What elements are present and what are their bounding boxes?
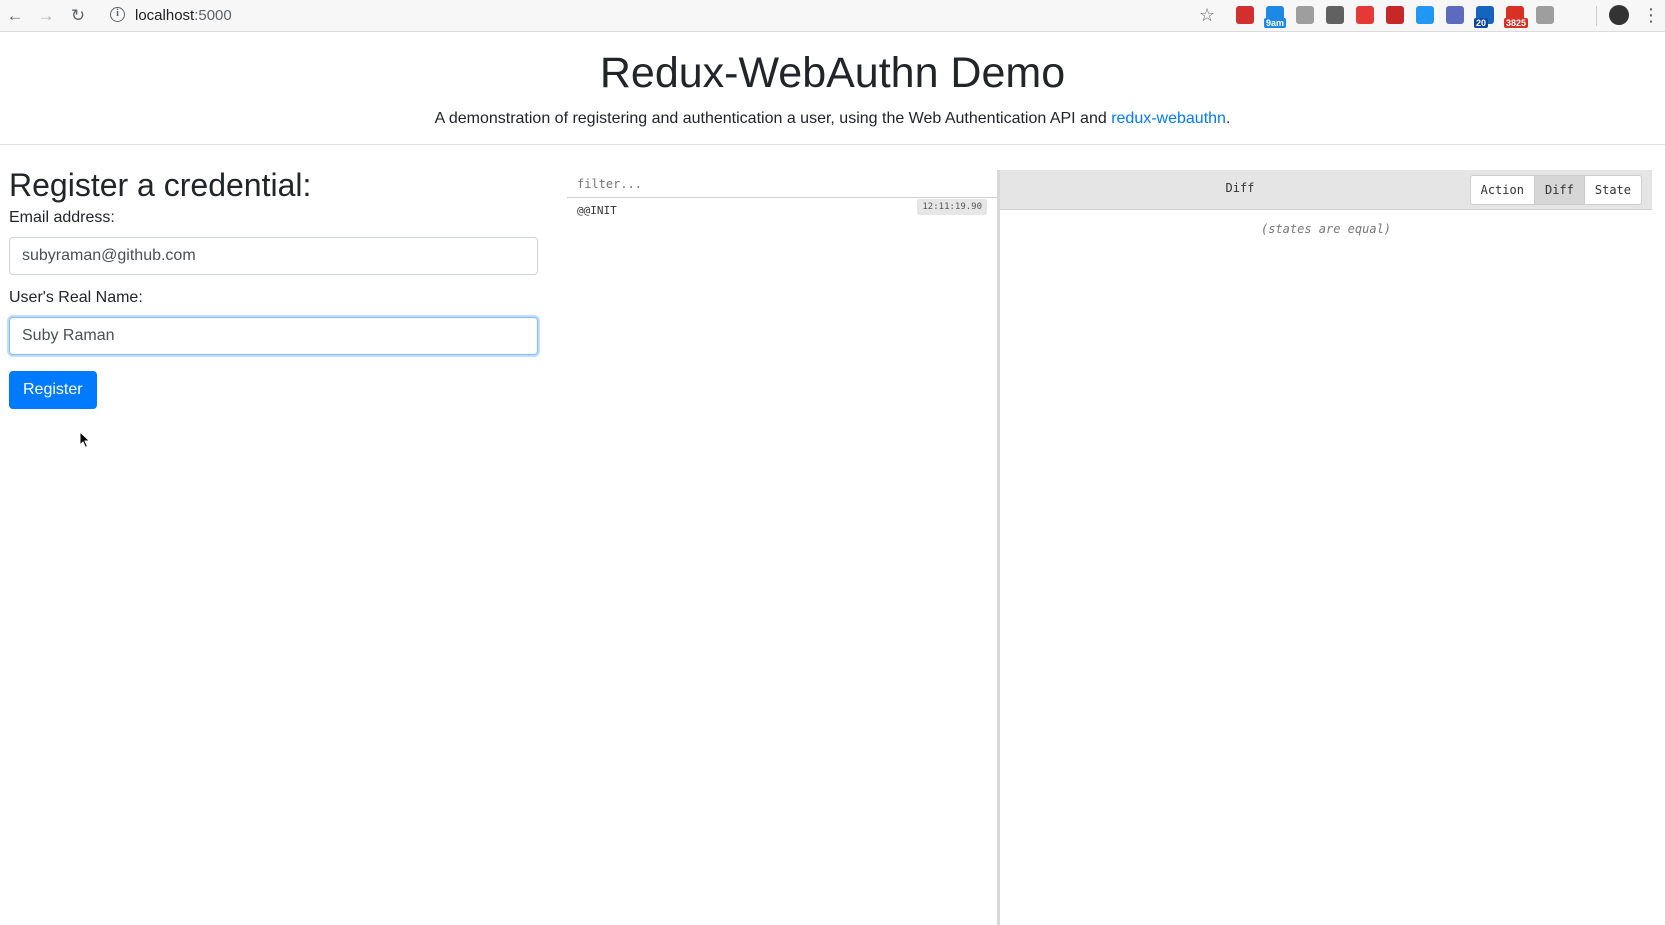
address-bar[interactable]: localhost:5000 [135, 6, 232, 26]
zoom-icon[interactable] [1416, 6, 1434, 24]
real-name-field[interactable] [9, 317, 538, 355]
form-heading: Register a credential: [9, 167, 312, 203]
site-info-icon[interactable]: i [110, 7, 125, 22]
subtitle-period: . [1225, 110, 1231, 127]
mouse-cursor-icon [79, 431, 91, 449]
subtitle-text: A demonstration of registering and authe… [434, 110, 1112, 127]
diff-message: (states are equal) [1260, 222, 1392, 236]
diff-header: Diff Action Diff State [1000, 170, 1652, 210]
extension-badge: 9am [1264, 18, 1287, 28]
ublock-icon[interactable] [1326, 6, 1344, 24]
home-icon[interactable]: 20 [1474, 6, 1494, 28]
page-title: Redux-WebAuthn Demo [599, 49, 1066, 97]
email-label: Email address: [9, 209, 115, 226]
calendar-icon[interactable]: 9am [1264, 6, 1287, 28]
redux-webauthn-link[interactable]: redux-webauthn [1111, 110, 1226, 127]
back-arrow-icon[interactable]: ← [5, 6, 25, 26]
extension-badge: 3825 [1504, 18, 1529, 28]
gmail-icon[interactable]: 3825 [1504, 6, 1529, 28]
bookmark-star-icon[interactable]: ☆ [1199, 5, 1215, 25]
register-form: Register a credential: Email address: Us… [9, 165, 539, 409]
toolbar-divider [1596, 6, 1597, 26]
name-label: User's Real Name: [9, 289, 143, 306]
forward-arrow-icon[interactable]: → [36, 6, 56, 26]
diff-title: Diff [1225, 181, 1255, 195]
menu-kebab-icon[interactable]: ⋮ [1642, 4, 1660, 26]
devtools-log-monitor: @@INIT 12:11:19.90 [567, 170, 997, 925]
action-list: @@INIT 12:11:19.90 [567, 198, 997, 226]
tab-action[interactable]: Action [1470, 176, 1535, 204]
browser-toolbar: ← → ↻ i localhost:5000 ☆ 9am 20 3825 ⋮ [0, 0, 1665, 32]
extension-icon[interactable] [1296, 6, 1314, 24]
adblock-icon[interactable] [1356, 6, 1374, 24]
reload-icon[interactable]: ↻ [68, 6, 88, 26]
page-subtitle: A demonstration of registering and authe… [0, 107, 1665, 131]
lastpass-icon[interactable] [1236, 6, 1254, 24]
devtools-diff-panel: Diff Action Diff State (states are equal… [1000, 170, 1652, 925]
extension-badge: 20 [1474, 18, 1489, 28]
email-field[interactable] [9, 237, 538, 275]
redux-devtools-icon[interactable] [1386, 6, 1404, 24]
inspector-tabs: Action Diff State [1469, 175, 1642, 205]
tab-diff[interactable]: Diff [1534, 176, 1585, 204]
camera-icon[interactable] [1536, 6, 1554, 24]
action-list-item[interactable]: @@INIT 12:11:19.90 [567, 198, 997, 226]
register-button[interactable]: Register [9, 371, 97, 409]
globe-icon[interactable] [1446, 6, 1464, 24]
action-filter-input[interactable] [567, 170, 997, 198]
page-header: Redux-WebAuthn Demo A demonstration of r… [0, 32, 1665, 145]
tab-state[interactable]: State [1584, 176, 1641, 204]
action-timestamp: 12:11:19.90 [917, 199, 987, 215]
profile-avatar[interactable] [1609, 5, 1629, 25]
action-type: @@INIT [577, 204, 617, 217]
